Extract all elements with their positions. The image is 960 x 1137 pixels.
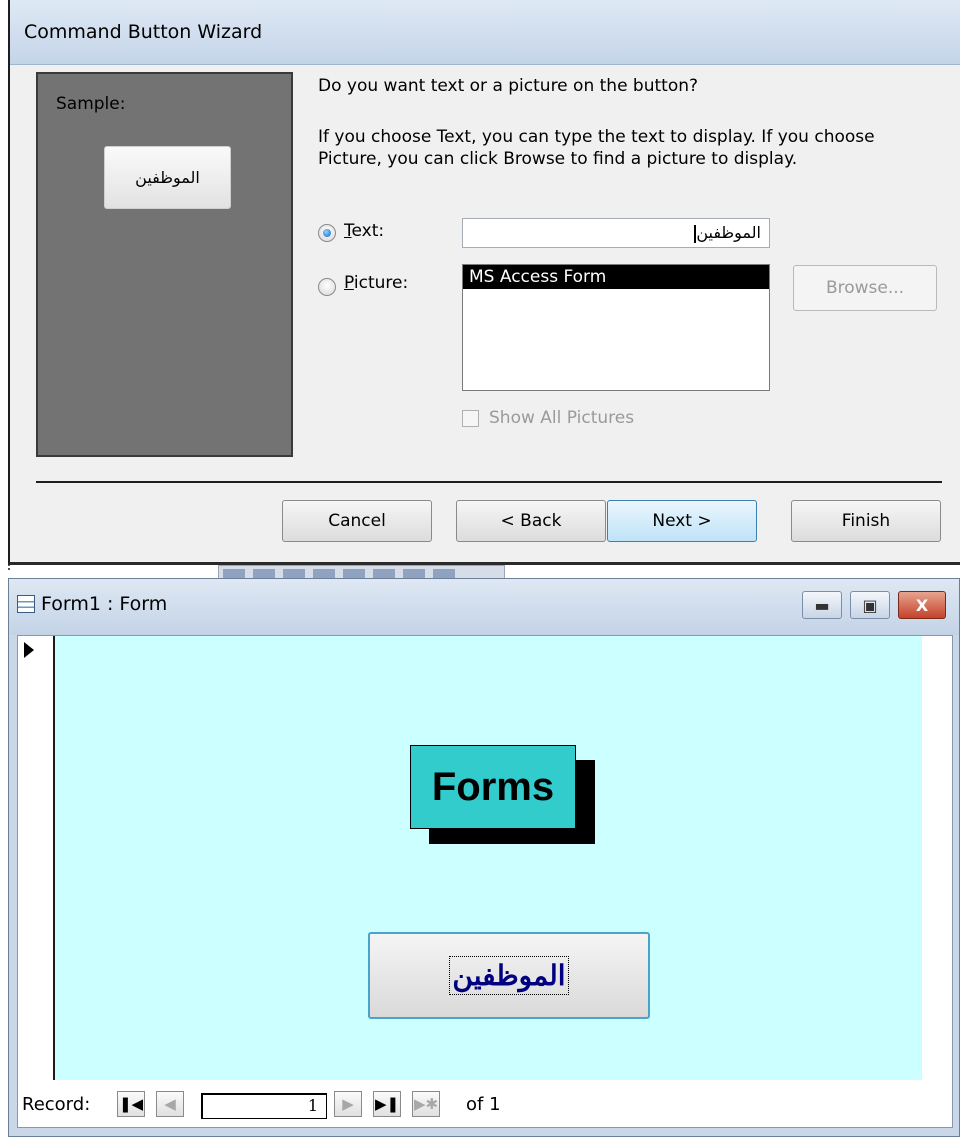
button-text-input[interactable]: الموظفين — [462, 218, 770, 248]
record-count: of 1 — [466, 1094, 501, 1115]
form-detail-section: Forms الموظفين — [55, 636, 922, 1080]
command-button-wizard-dialog: Command Button Wizard Sample: الموظفين D… — [8, 0, 960, 565]
record-navigation-bar: Record: ❚◀ ◀ 1 ▶ ▶❚ ▶✱ of 1 — [18, 1082, 952, 1127]
restore-button[interactable]: ▣ — [850, 591, 890, 619]
current-record-input[interactable]: 1 — [201, 1093, 327, 1119]
next-record-icon: ▶ — [342, 1095, 354, 1113]
question-text: Do you want text or a picture on the but… — [318, 76, 699, 96]
sample-preview-panel: Sample: الموظفين — [36, 72, 293, 457]
current-record-arrow-icon — [24, 642, 34, 658]
close-button[interactable]: X — [898, 591, 946, 619]
sample-button-preview: الموظفين — [104, 146, 231, 209]
form-icon — [17, 595, 35, 613]
previous-record-icon: ◀ — [164, 1095, 176, 1113]
next-record-button[interactable]: ▶ — [334, 1091, 362, 1117]
employees-button-label: الموظفين — [449, 956, 569, 995]
dialog-separator — [36, 481, 942, 483]
form1-window: Form1 : Form ▬ ▣ X Forms الموظفين Record… — [8, 578, 960, 1137]
forms-title-label: Forms — [410, 745, 576, 829]
next-button[interactable]: Next > — [607, 500, 757, 542]
first-record-button[interactable]: ❚◀ — [117, 1091, 145, 1117]
instruction-text: If you choose Text, you can type the tex… — [318, 127, 875, 169]
sample-label: Sample: — [56, 94, 126, 114]
text-radio-button[interactable] — [318, 224, 336, 242]
show-all-pictures-checkbox[interactable] — [462, 410, 479, 427]
text-radio-label[interactable]: Text: — [344, 221, 384, 241]
picture-list-item[interactable]: MS Access Form — [463, 265, 769, 289]
form-window-title: Form1 : Form — [41, 593, 168, 615]
record-label: Record: — [22, 1094, 91, 1115]
minimize-button[interactable]: ▬ — [802, 591, 842, 619]
picture-radio-label[interactable]: Picture: — [344, 273, 408, 293]
picture-list[interactable]: MS Access Form — [462, 264, 770, 391]
new-record-icon: ▶✱ — [413, 1095, 439, 1113]
dialog-title: Command Button Wizard — [24, 21, 263, 43]
last-record-button[interactable]: ▶❚ — [373, 1091, 401, 1117]
close-icon: X — [915, 595, 929, 615]
cancel-button[interactable]: Cancel — [282, 500, 432, 542]
form-window-title-bar[interactable]: Form1 : Form ▬ ▣ X — [9, 579, 959, 635]
previous-record-button[interactable]: ◀ — [156, 1091, 184, 1117]
back-button[interactable]: < Back — [456, 500, 606, 542]
restore-icon: ▣ — [862, 595, 878, 615]
first-record-icon: ❚◀ — [118, 1095, 144, 1113]
employees-command-button[interactable]: الموظفين — [368, 932, 650, 1019]
finish-button[interactable]: Finish — [791, 500, 941, 542]
picture-radio-button[interactable] — [318, 278, 336, 296]
browse-button[interactable]: Browse... — [793, 265, 937, 311]
dialog-title-bar[interactable]: Command Button Wizard — [10, 0, 960, 65]
last-record-icon: ▶❚ — [374, 1095, 400, 1113]
show-all-pictures-label[interactable]: Show All Pictures — [489, 408, 634, 428]
new-record-button[interactable]: ▶✱ — [412, 1091, 440, 1117]
text-input-value: الموظفين — [696, 223, 761, 242]
record-selector[interactable] — [18, 636, 55, 1080]
form-body: Forms الموظفين Record: ❚◀ ◀ 1 ▶ ▶❚ ▶✱ of… — [17, 635, 953, 1128]
minimize-icon: ▬ — [814, 595, 830, 615]
